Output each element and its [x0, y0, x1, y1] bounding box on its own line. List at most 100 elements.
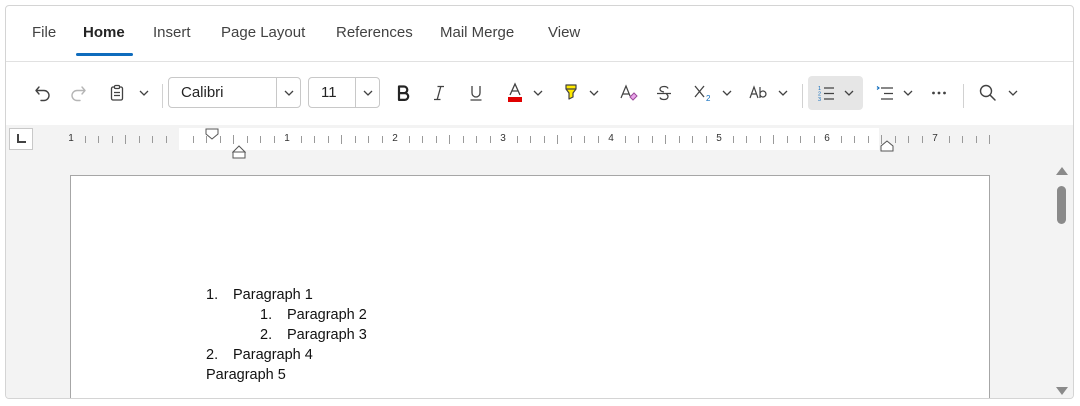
- scroll-up-arrow-icon[interactable]: [1056, 167, 1068, 175]
- font-size-dropdown[interactable]: [355, 78, 379, 107]
- font-family-select[interactable]: Calibri: [168, 77, 301, 108]
- bold-button[interactable]: [388, 76, 418, 110]
- subscript-icon: 2: [694, 85, 711, 103]
- find-button[interactable]: [974, 76, 1024, 110]
- ruler-tick: [759, 136, 761, 143]
- ruler-tick: [840, 136, 842, 143]
- highlight-button[interactable]: [556, 76, 606, 110]
- font-family-value: Calibri: [181, 84, 224, 101]
- ruler-tick: [260, 136, 261, 143]
- font-family-dropdown[interactable]: [276, 78, 300, 107]
- ruler-tick: [165, 136, 167, 143]
- paragraph-text: Paragraph 3: [287, 327, 367, 343]
- vertical-scrollbar[interactable]: [1053, 159, 1073, 398]
- find-icon: [979, 84, 996, 101]
- chevron-down-icon: [722, 90, 732, 96]
- more-icon: [932, 91, 946, 95]
- ruler-tick: [624, 136, 626, 143]
- clear-format-button[interactable]: [614, 76, 644, 110]
- chevron-down-icon: [589, 90, 599, 96]
- ruler-tick: [665, 135, 666, 144]
- ruler-tick: [314, 136, 315, 143]
- ruler-tick: [584, 136, 585, 143]
- ruler-number: 4: [608, 133, 614, 144]
- ruler-tick: [638, 136, 639, 143]
- multilevel-list-button[interactable]: [870, 76, 920, 110]
- horizontal-ruler[interactable]: 1 1 2 3 4 5 6 7: [68, 128, 990, 159]
- editor-frame: File Home Insert Page Layout References …: [5, 5, 1074, 399]
- bullets-icon: [876, 86, 893, 100]
- ruler-tick: [975, 136, 977, 143]
- ruler-tick: [98, 136, 99, 143]
- ruler-number: 5: [716, 133, 722, 144]
- ruler-number: 1: [68, 133, 74, 144]
- ruler-tick: [732, 136, 734, 143]
- strikethrough-button[interactable]: [649, 76, 679, 110]
- ruler-tick: [894, 136, 896, 143]
- tab-references[interactable]: References: [336, 24, 413, 41]
- toolbar-separator: [162, 84, 163, 108]
- paragraph[interactable]: Paragraph 5: [206, 365, 286, 385]
- font-size-select[interactable]: 11: [308, 77, 380, 108]
- ruler-tick: [84, 136, 86, 143]
- tab-file[interactable]: File: [32, 24, 56, 41]
- left-tab-icon: [17, 134, 26, 143]
- change-case-icon: [749, 85, 767, 99]
- chevron-down-icon: [284, 90, 293, 96]
- list-number: 1.: [260, 307, 273, 323]
- ruler-tick: [341, 135, 342, 144]
- document-page[interactable]: 1. Paragraph 1 1. Paragraph 2 2. Paragra…: [70, 175, 990, 398]
- ruler-tick: [867, 136, 869, 143]
- paragraph-text: Paragraph 2: [287, 307, 367, 323]
- ruler-number: 7: [932, 133, 938, 144]
- font-color-button[interactable]: [500, 76, 550, 110]
- subscript-button[interactable]: 2: [688, 76, 738, 110]
- italic-button[interactable]: [424, 76, 454, 110]
- ruler-tick: [138, 136, 140, 143]
- ruler-tick: [435, 136, 437, 143]
- chevron-down-icon: [139, 90, 149, 96]
- first-line-indent-marker[interactable]: [205, 128, 219, 140]
- undo-button[interactable]: [28, 76, 58, 110]
- tab-home[interactable]: Home: [83, 24, 125, 41]
- ruler-tick: [557, 135, 558, 144]
- ruler-tick: [773, 135, 774, 144]
- chevron-down-icon: [363, 90, 372, 96]
- change-case-button[interactable]: [744, 76, 794, 110]
- font-color-icon: [508, 82, 522, 102]
- ruler-tick: [125, 135, 126, 144]
- toolbar-separator: [802, 84, 803, 108]
- clipboard-icon: [110, 84, 124, 101]
- hanging-indent-marker[interactable]: [232, 141, 246, 161]
- tab-page-layout[interactable]: Page Layout: [221, 24, 305, 41]
- paragraph-text: Paragraph 4: [233, 347, 313, 363]
- ruler-tick: [489, 136, 491, 143]
- ribbon-tabs: File Home Insert Page Layout References …: [6, 6, 1073, 62]
- redo-button[interactable]: [63, 76, 93, 110]
- paste-button[interactable]: [102, 76, 156, 110]
- underline-button[interactable]: [461, 76, 491, 110]
- numbering-button[interactable]: 123: [808, 76, 863, 110]
- bold-icon: [397, 85, 410, 101]
- scrollbar-thumb[interactable]: [1057, 186, 1066, 224]
- right-indent-marker[interactable]: [880, 140, 894, 152]
- list-number: 2.: [206, 347, 219, 363]
- tab-stop-selector[interactable]: [9, 128, 33, 150]
- ruler-tick: [651, 136, 653, 143]
- redo-icon: [71, 86, 86, 102]
- clear-format-icon: [620, 84, 638, 101]
- ruler-number: 1: [284, 133, 290, 144]
- tab-view[interactable]: View: [548, 24, 580, 41]
- more-options-button[interactable]: [924, 76, 954, 110]
- ruler-tick: [962, 136, 963, 143]
- tab-mail-merge[interactable]: Mail Merge: [440, 24, 514, 41]
- active-tab-indicator: [76, 53, 133, 56]
- ruler-tick: [152, 136, 153, 143]
- ruler-tick: [705, 136, 707, 143]
- ruler-tick: [422, 136, 423, 143]
- tab-insert[interactable]: Insert: [153, 24, 191, 41]
- chevron-down-icon: [844, 90, 853, 96]
- numbering-icon: 123: [818, 86, 834, 103]
- chevron-down-icon: [533, 90, 543, 96]
- scroll-down-arrow-icon[interactable]: [1056, 387, 1068, 395]
